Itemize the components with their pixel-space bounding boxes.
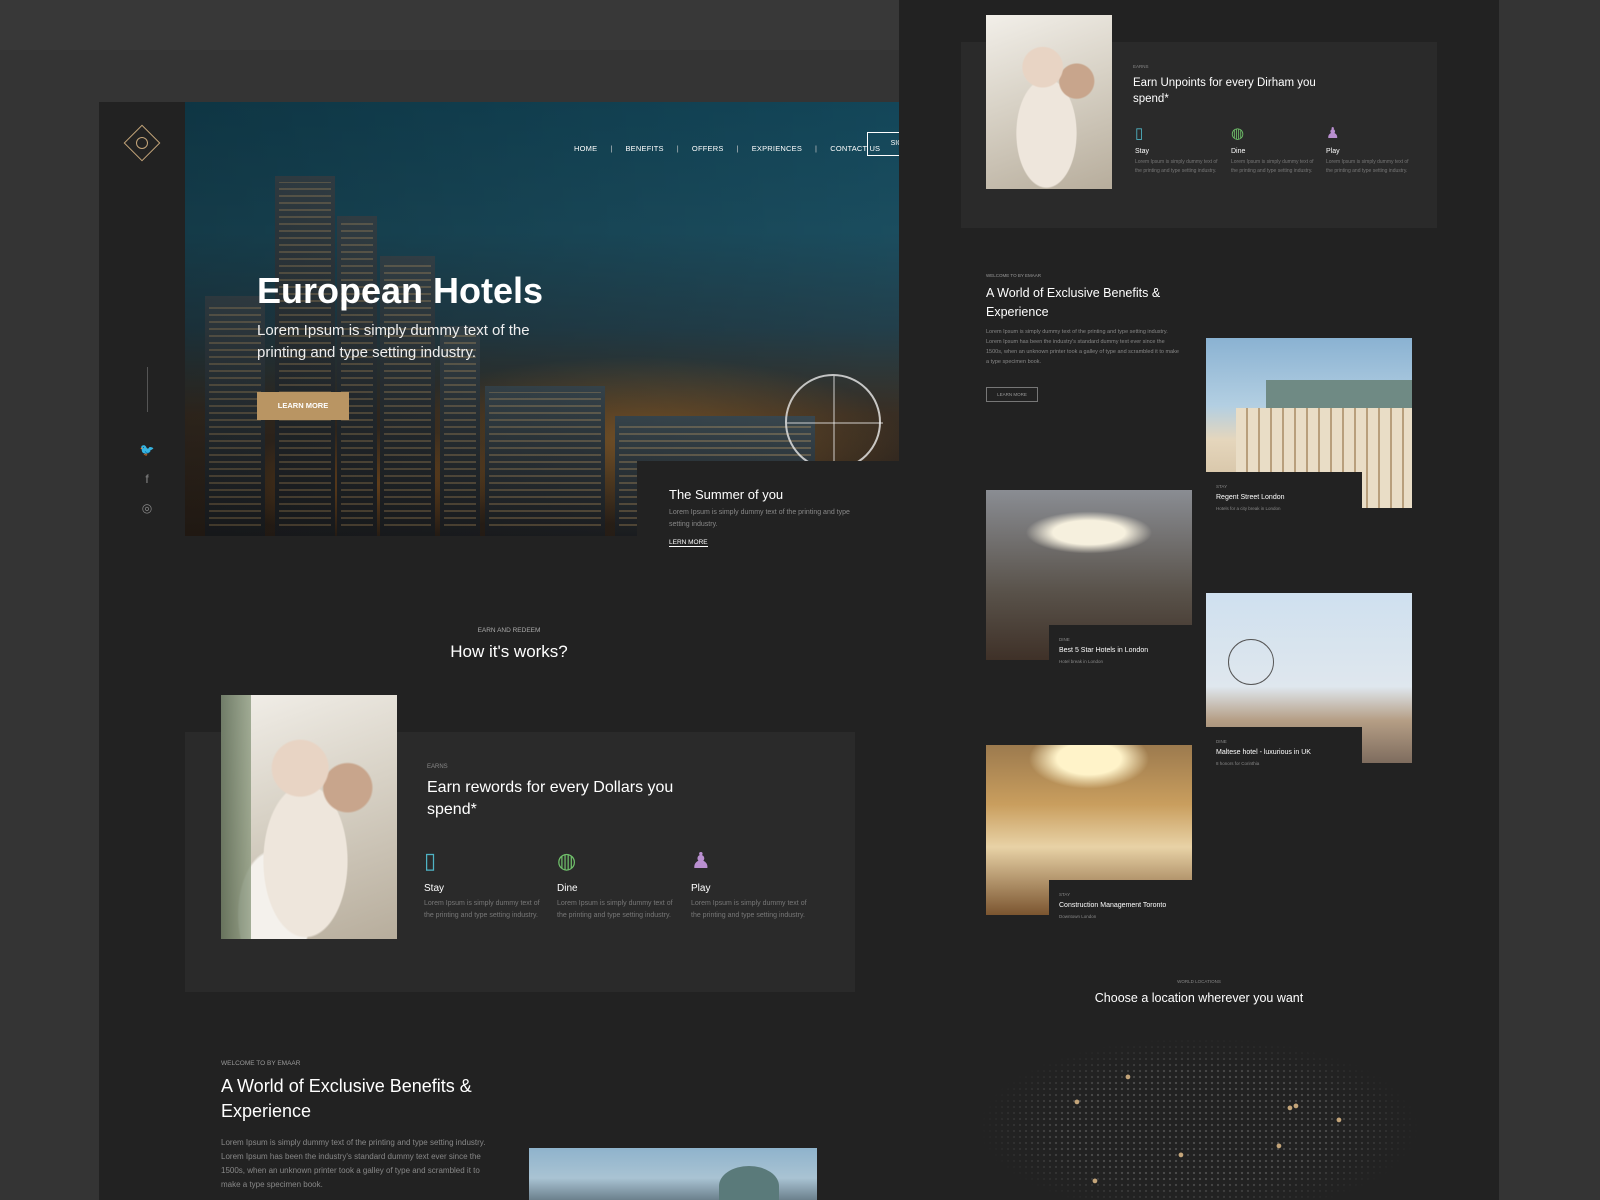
twitter-icon[interactable]: 🐦: [137, 440, 157, 460]
feature-dine[interactable]: ◍ Dine Lorem Ipsum is simply dummy text …: [1231, 124, 1321, 176]
hotel-card-regent[interactable]: STAY Regent Street London Hotels for a c…: [1206, 472, 1362, 524]
homepage-mockup: 🐦 f ◎ HOME | BENEFITS | OFFERS | EXPRIENCES…: [99, 102, 939, 1200]
feature-text: Lorem Ipsum is simply dummy text of the …: [1135, 159, 1218, 174]
nav-separator: |: [610, 143, 613, 153]
map-pin-icon[interactable]: ●: [1291, 1100, 1301, 1112]
world-text: Lorem Ipsum is simply dummy text of the …: [986, 329, 1179, 365]
feature-text: Lorem Ipsum is simply dummy text of the …: [424, 900, 540, 919]
hotel-category: STAY: [1059, 892, 1071, 897]
feature-label: Play: [691, 883, 711, 894]
locations-title: Choose a location wherever you want: [1094, 991, 1304, 1005]
summer-text: Lorem Ipsum is simply dummy text of the …: [669, 509, 850, 528]
earn-title: Earn rewords for every Dollars you spend…: [427, 779, 674, 818]
christmas-tree: [221, 695, 251, 939]
hotel-photo: [529, 1148, 817, 1200]
learn-more-button[interactable]: LEARN MORE: [257, 392, 349, 420]
main-nav: HOME | BENEFITS | OFFERS | EXPRIENCES | CONT…: [574, 141, 880, 155]
world-eyebrow: WELCOME TO BY EMAAR: [221, 1060, 301, 1067]
feature-text: Lorem Ipsum is simply dummy text of the …: [691, 900, 807, 919]
feature-label: Dine: [557, 883, 578, 894]
hero-title: European Hotels: [257, 270, 544, 311]
play-icon: ♟: [691, 848, 711, 873]
hotel-title: Regent Street London: [1216, 494, 1285, 501]
feature-label: Dine: [1231, 148, 1246, 155]
feature-stay[interactable]: ▯ Stay Lorem Ipsum is simply dummy text …: [1135, 124, 1225, 176]
nav-separator: |: [736, 143, 739, 153]
facebook-icon[interactable]: f: [137, 469, 157, 489]
learn-more-button[interactable]: LEARN MORE: [986, 387, 1038, 402]
feature-text: Lorem Ipsum is simply dummy text of the …: [1326, 159, 1409, 174]
family-photo: [221, 695, 397, 939]
feature-play[interactable]: ♟ Play Lorem Ipsum is simply dummy text …: [1326, 124, 1416, 176]
map-pin-icon[interactable]: ●: [1176, 1149, 1186, 1161]
nav-experiences[interactable]: EXPRIENCES: [752, 144, 802, 153]
world-dot-map: [969, 1038, 1429, 1200]
hotel-title: Maltese hotel - luxurious in UK: [1216, 749, 1311, 756]
map-pin-icon[interactable]: ●: [1072, 1096, 1082, 1108]
locations-eyebrow: WORLD LOCATIONS: [1177, 979, 1221, 984]
instagram-icon[interactable]: ◎: [137, 498, 157, 518]
map-pin-icon[interactable]: ●: [1334, 1114, 1344, 1126]
feature-stay[interactable]: ▯ Stay Lorem Ipsum is simply dummy text …: [424, 847, 544, 922]
hero-subtitle: Lorem Ipsum is simply dummy text of the …: [257, 322, 530, 361]
nav-home[interactable]: HOME: [574, 144, 597, 153]
summer-card: The Summer of you Lorem Ipsum is simply …: [637, 461, 939, 561]
feature-text: Lorem Ipsum is simply dummy text of the …: [557, 900, 673, 919]
feature-dine[interactable]: ◍ Dine Lorem Ipsum is simply dummy text …: [557, 847, 677, 922]
building-dome: [719, 1166, 779, 1200]
summer-learn-more-link[interactable]: LERN MORE: [669, 539, 708, 547]
hotel-card-maltese[interactable]: DINE Maltese hotel - luxurious in UK 8 h…: [1206, 727, 1362, 779]
nav-separator: |: [676, 143, 679, 153]
world-title: A World of Exclusive Benefits & Experien…: [221, 1076, 472, 1121]
how-it-works-eyebrow: EARN AND REDEEM: [477, 627, 541, 634]
map-pin-icon[interactable]: ●: [1123, 1071, 1133, 1083]
nav-benefits[interactable]: BENEFITS: [625, 144, 663, 153]
how-it-works-title: How it's works?: [450, 642, 568, 661]
phone-hotel-icon: ▯: [1135, 125, 1144, 142]
hotel-subtitle: Hotel break in London: [1059, 659, 1104, 664]
hotel-subtitle: 8 honors for Corinthia: [1216, 761, 1260, 766]
brand-logo-icon[interactable]: [123, 124, 161, 162]
world-title: A World of Exclusive Benefits & Experien…: [986, 286, 1161, 319]
world-eyebrow: WELCOME TO BY EMAAR: [986, 273, 1042, 278]
benefits-mockup: EARNS Earn Unpoints for every Dirham you…: [899, 0, 1499, 1200]
feature-label: Play: [1326, 148, 1340, 155]
map-pin-icon[interactable]: ●: [1274, 1140, 1284, 1152]
feature-label: Stay: [424, 883, 445, 894]
summer-title: The Summer of you: [669, 487, 784, 502]
hotel-category: DINE: [1059, 637, 1070, 642]
hotel-title: Best 5 Star Hotels in London: [1059, 647, 1149, 654]
world-text: Lorem Ipsum is simply dummy text of the …: [221, 1138, 486, 1189]
nav-offers[interactable]: OFFERS: [692, 144, 724, 153]
hotel-card-best5[interactable]: DINE Best 5 Star Hotels in London Hotel …: [1049, 625, 1205, 677]
hotel-category: DINE: [1216, 739, 1227, 744]
hotel-card-toronto[interactable]: STAY Construction Management Toronto Dow…: [1049, 880, 1205, 932]
london-eye: [1228, 639, 1274, 685]
sidebar-divider: [147, 367, 148, 412]
sidebar: 🐦 f ◎: [99, 102, 185, 1200]
hotel-title: Construction Management Toronto: [1059, 902, 1167, 909]
map-pin-icon[interactable]: ●: [1090, 1175, 1100, 1187]
nav-separator: |: [815, 143, 818, 153]
background-band: [0, 0, 900, 50]
family-photo: [986, 15, 1112, 189]
earn-eyebrow: EARNS: [1133, 64, 1149, 69]
dine-icon: ◍: [1231, 125, 1245, 142]
dine-icon: ◍: [557, 848, 577, 873]
phone-hotel-icon: ▯: [424, 848, 437, 873]
hotel-category: STAY: [1216, 484, 1228, 489]
feature-text: Lorem Ipsum is simply dummy text of the …: [1231, 159, 1314, 174]
hotel-subtitle: Hotels for a city break in London: [1216, 506, 1281, 511]
feature-label: Stay: [1135, 148, 1150, 155]
hotel-subtitle: Downtown London: [1059, 914, 1097, 919]
earn-title: Earn Unpoints for every Dirham you spend…: [1133, 77, 1316, 105]
play-icon: ♟: [1326, 125, 1340, 142]
earn-eyebrow: EARNS: [427, 764, 448, 770]
feature-play[interactable]: ♟ Play Lorem Ipsum is simply dummy text …: [691, 847, 811, 922]
